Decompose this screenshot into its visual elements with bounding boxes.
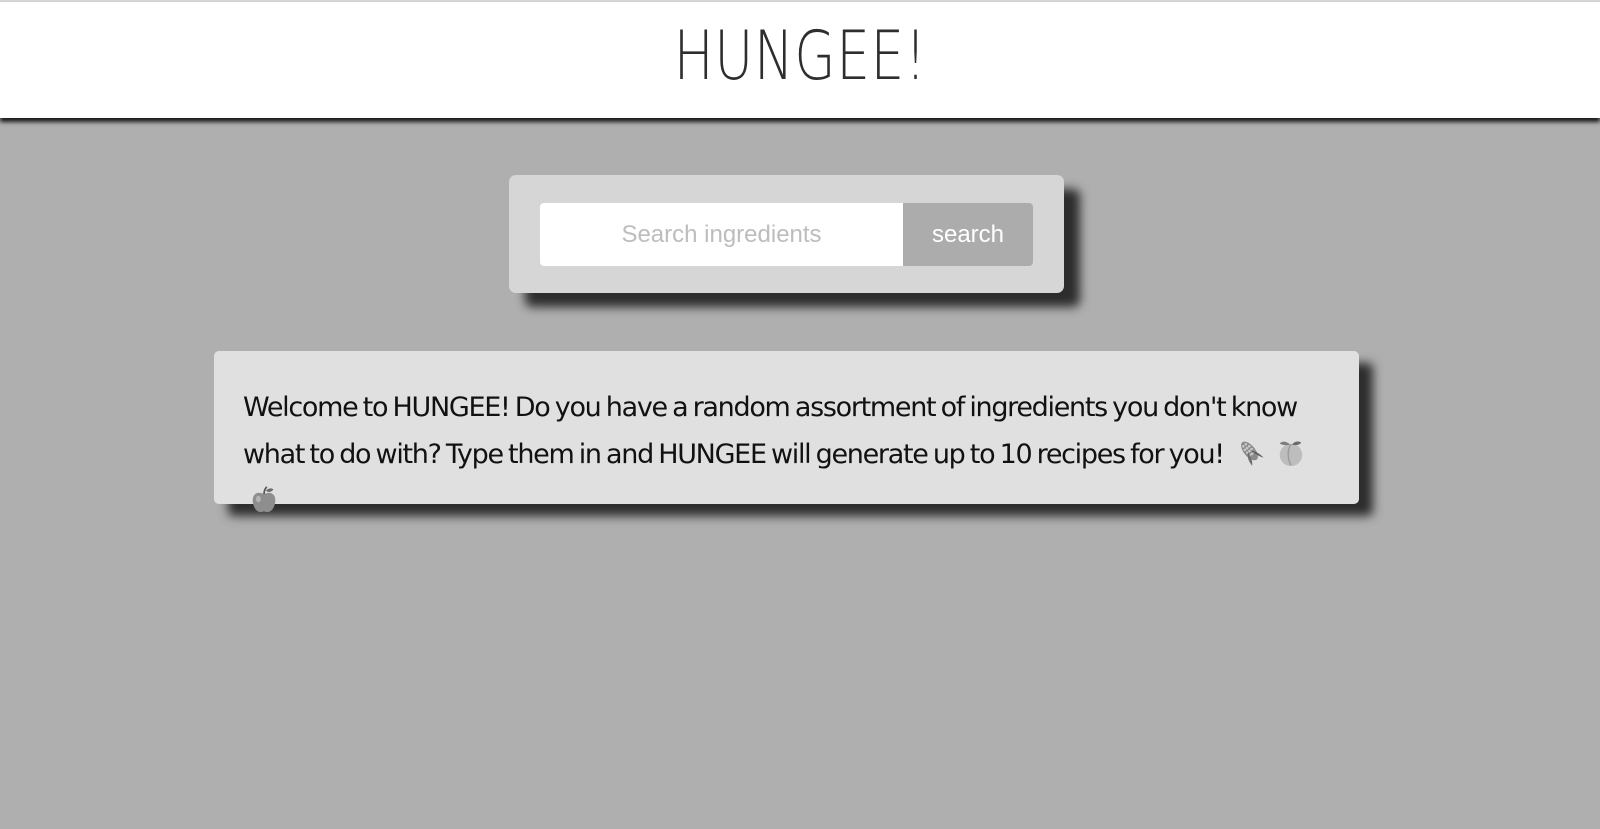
search-card: search — [509, 175, 1064, 293]
app-title: HUNGEE! — [673, 17, 927, 96]
corn-icon — [1241, 441, 1264, 466]
app-header: HUNGEE! — [0, 2, 1600, 118]
welcome-text: Welcome to HUNGEE! Do you have a random … — [243, 392, 1298, 470]
apple-icon — [252, 486, 276, 513]
search-button[interactable]: search — [903, 203, 1033, 266]
peach-icon — [1280, 441, 1303, 467]
search-form: search — [540, 203, 1033, 266]
search-input[interactable] — [540, 203, 903, 266]
welcome-message: Welcome to HUNGEE! Do you have a random … — [243, 384, 1333, 525]
welcome-card: Welcome to HUNGEE! Do you have a random … — [214, 351, 1359, 513]
